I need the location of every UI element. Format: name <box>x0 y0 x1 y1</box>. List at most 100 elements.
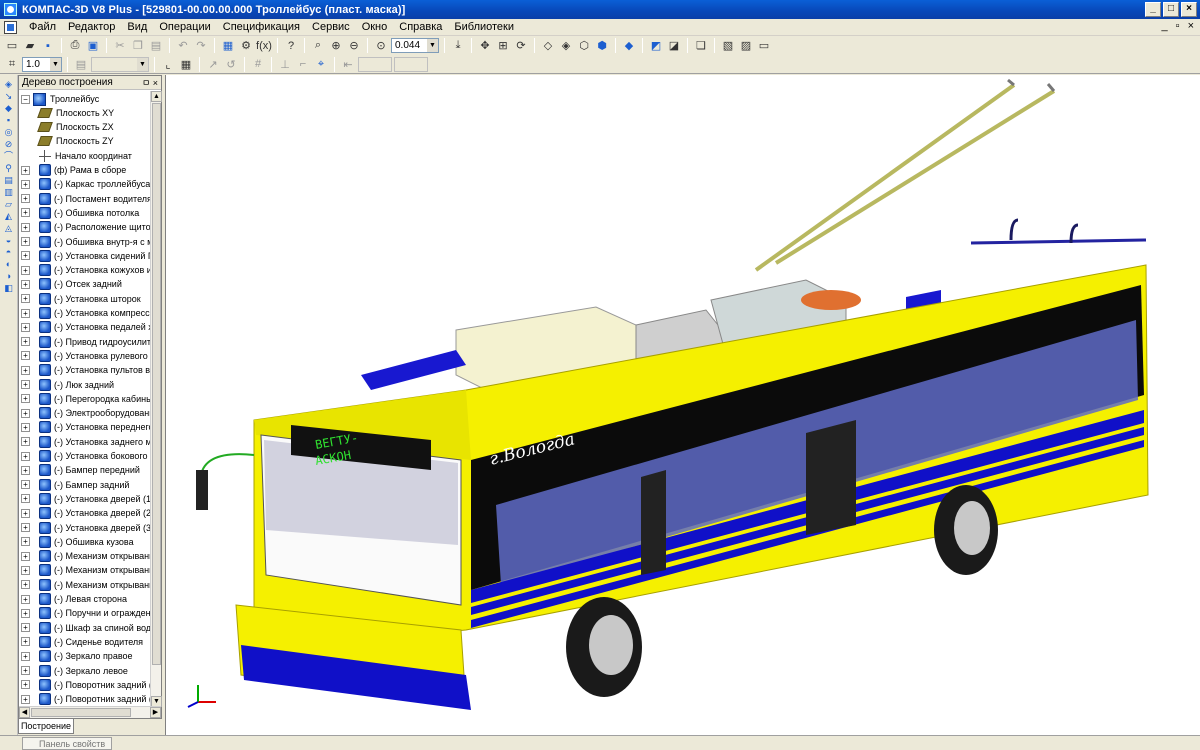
tree-item[interactable]: + (-) Установка компрессор <box>21 306 150 320</box>
wireframe-icon[interactable]: ◇ <box>540 38 556 54</box>
arrays-icon[interactable]: ▪ <box>2 115 16 126</box>
tree-item[interactable]: + (-) Установка рулевого у <box>21 349 150 363</box>
tree-item[interactable]: + (-) Установка дверей (1) <box>21 492 150 506</box>
expand-icon[interactable]: + <box>21 608 30 618</box>
reset-icon[interactable]: ↺ <box>223 56 239 72</box>
chevron-down-icon[interactable]: ▼ <box>427 39 438 52</box>
measure-icon[interactable]: ▨ <box>738 38 754 54</box>
tree-plane-xy[interactable]: Плоскость XY <box>37 106 114 120</box>
chevron-down-icon[interactable]: ▼ <box>50 57 61 71</box>
layer-icon[interactable]: ▤ <box>73 56 89 72</box>
manager-icon[interactable]: ▦ <box>220 38 236 54</box>
tree-item[interactable]: + (-) Поворотник задний (2 <box>21 692 150 706</box>
tree-vertical-scrollbar[interactable]: ▲ ▼ <box>150 91 162 707</box>
tree-item[interactable]: + (-) Установка кожухов и <box>21 263 150 277</box>
menu-help[interactable]: Справка <box>393 19 448 36</box>
menu-service[interactable]: Сервис <box>306 19 356 36</box>
grid-icon[interactable]: # <box>250 56 266 72</box>
maximize-button[interactable]: □ <box>1163 2 1179 17</box>
surfaces-icon[interactable]: ◆ <box>2 103 16 114</box>
cursor-y-field[interactable] <box>394 56 428 72</box>
expand-icon[interactable]: + <box>21 594 30 604</box>
expand-icon[interactable]: + <box>21 408 30 418</box>
expand-icon[interactable]: + <box>21 308 30 318</box>
scroll-thumb[interactable] <box>152 103 161 665</box>
tree-item[interactable]: + (-) Левая сторона <box>21 592 127 606</box>
zoom-scale-icon[interactable]: ⊙ <box>373 38 389 54</box>
tree-item[interactable]: + (-) Механизм открывания <box>21 578 150 592</box>
menu-edit[interactable]: Редактор <box>62 19 121 36</box>
tree-item[interactable]: + (-) Бампер задний <box>21 478 129 492</box>
tree-item[interactable]: + (-) Бампер передний <box>21 463 140 477</box>
edit-assembly-icon[interactable]: ◈ <box>2 79 16 90</box>
expand-icon[interactable]: + <box>21 394 30 404</box>
tree-item[interactable]: + (-) Механизм открывания <box>21 549 150 563</box>
tab-construction[interactable]: Построение <box>18 719 74 734</box>
shaded-icon[interactable]: ⬢ <box>594 38 610 54</box>
tree-item[interactable]: + (-) Расположение щитов <box>21 220 150 234</box>
tree-item[interactable]: + (-) Установка дверей (2) <box>21 506 150 520</box>
open-folder-icon[interactable]: ▰ <box>22 38 38 54</box>
pan-icon[interactable]: ✥ <box>477 38 493 54</box>
tree-item[interactable]: + (-) Поворотник задний (1 <box>21 678 150 692</box>
layer-combo[interactable]: ▼ <box>91 56 149 72</box>
grid-settings-icon[interactable]: ▦ <box>178 56 194 72</box>
expand-icon[interactable]: + <box>21 422 30 432</box>
menu-specification[interactable]: Спецификация <box>217 19 306 36</box>
expand-icon[interactable]: + <box>21 451 30 461</box>
snap-icon[interactable]: ⌖ <box>313 56 329 72</box>
collapse-icon[interactable]: − <box>21 94 30 104</box>
menu-file[interactable]: Файл <box>23 19 62 36</box>
spatial-curves-icon[interactable]: ↘ <box>2 91 16 102</box>
tree-item[interactable]: + (-) Установка шторок <box>21 292 141 306</box>
step-icon[interactable]: ⌗ <box>4 56 20 72</box>
scroll-left-icon[interactable]: ◀ <box>19 707 30 718</box>
model-viewport[interactable]: ВЕГТУ- АСКОН г.Вологда <box>165 75 1200 735</box>
zoom-out-icon[interactable]: ⊖ <box>346 38 362 54</box>
expand-icon[interactable]: + <box>21 694 30 704</box>
library-icon[interactable]: ⚙ <box>238 38 254 54</box>
tree-item[interactable]: + (-) Поручни и ограждени <box>21 606 150 620</box>
copy-icon[interactable]: ❐ <box>130 38 146 54</box>
close-button[interactable]: × <box>1181 2 1197 17</box>
undo-icon[interactable]: ↶ <box>175 38 191 54</box>
rotate-icon[interactable]: ⟳ <box>513 38 529 54</box>
expand-icon[interactable]: + <box>21 294 30 304</box>
redo-icon[interactable]: ↷ <box>193 38 209 54</box>
perspective-icon[interactable]: ◩ <box>648 38 664 54</box>
cs-icon[interactable]: ⌞ <box>160 56 176 72</box>
spec-icon[interactable]: ▤ <box>2 175 16 186</box>
expand-icon[interactable]: + <box>21 637 30 647</box>
expand-icon[interactable]: + <box>21 537 30 547</box>
thin-hidden-lines-icon[interactable]: ⬡ <box>576 38 592 54</box>
rotation-icon[interactable]: ◒ <box>2 235 16 246</box>
expand-icon[interactable]: + <box>21 222 30 232</box>
expand-icon[interactable]: + <box>21 551 30 561</box>
variables-icon[interactable]: f(x) <box>256 38 272 54</box>
scroll-right-icon[interactable]: ▶ <box>150 707 161 718</box>
tree-item[interactable]: + (-) Установка педалей хо <box>21 320 150 334</box>
expand-icon[interactable]: + <box>21 351 30 361</box>
expand-icon[interactable]: + <box>21 666 30 675</box>
fit-all-icon[interactable]: ⊞ <box>495 38 511 54</box>
shaded-edges-icon[interactable]: ◆ <box>621 38 637 54</box>
menu-operations[interactable]: Операции <box>153 19 216 36</box>
sheet-metal-icon[interactable]: ▱ <box>2 199 16 210</box>
cut-icon[interactable]: ✂ <box>112 38 128 54</box>
tree-item[interactable]: + (-) Обшивка кузова <box>21 535 134 549</box>
tree-item[interactable]: + (-) Установка дверей (3) <box>21 521 150 535</box>
tree-item[interactable]: + (-) Установка заднего ма <box>21 435 150 449</box>
fillet-icon[interactable]: ◑ <box>2 271 16 282</box>
pin-icon[interactable]: ㅁ <box>142 78 150 88</box>
tree-item[interactable]: + (-) Установка переднего <box>21 420 150 434</box>
doc-restore-button[interactable]: ▫ <box>1176 20 1180 32</box>
expand-icon[interactable]: + <box>21 179 30 189</box>
tree-item[interactable]: + (-) Механизм открывания <box>21 563 150 577</box>
tree-item[interactable]: + (ф) Рама в сборе <box>21 163 126 177</box>
document-icon[interactable] <box>4 20 17 34</box>
expand-icon[interactable]: + <box>21 251 30 261</box>
edit-part-icon[interactable]: ◭ <box>2 211 16 222</box>
aux-geometry-icon[interactable]: ◎ <box>2 127 16 138</box>
doc-close-button[interactable]: × <box>1188 20 1194 32</box>
tree-plane-zy[interactable]: Плоскость ZY <box>37 134 114 148</box>
